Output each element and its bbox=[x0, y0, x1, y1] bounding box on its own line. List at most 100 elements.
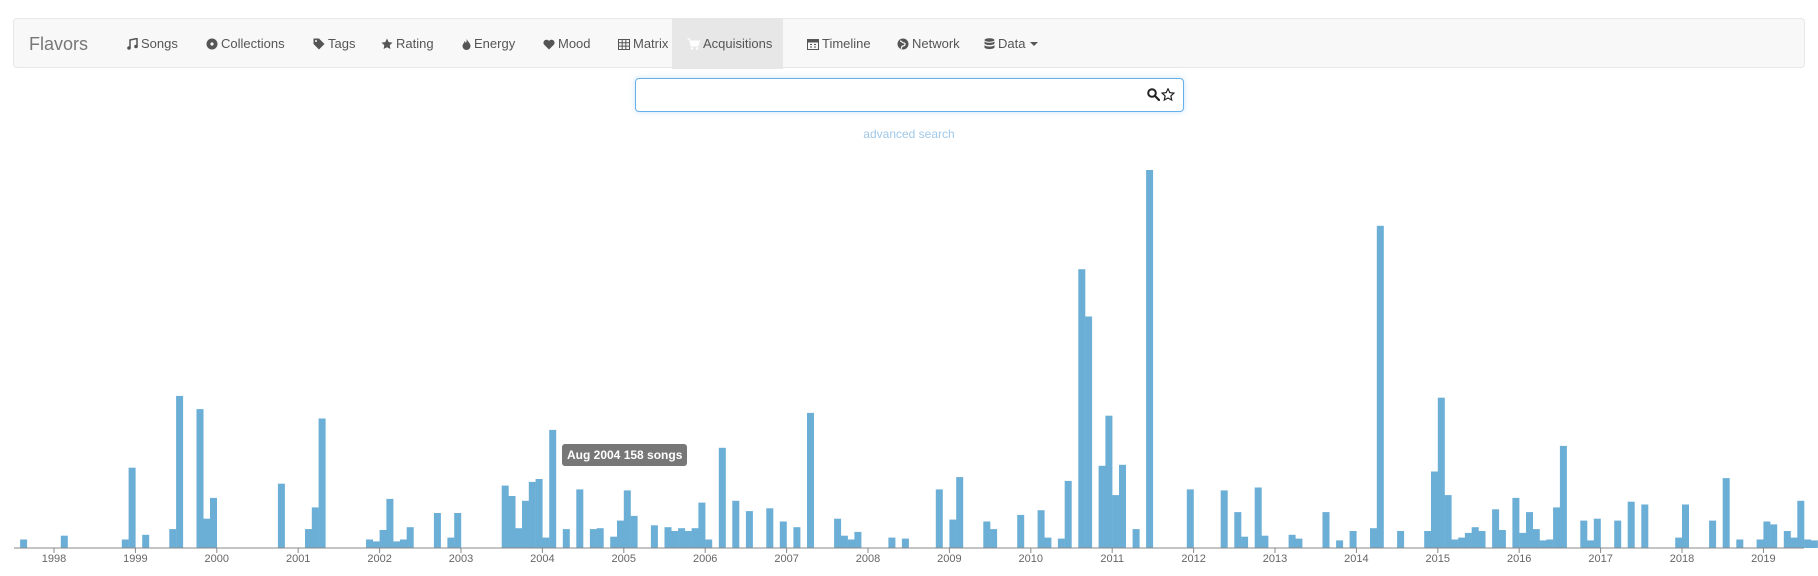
nav-collections[interactable]: Collections bbox=[196, 19, 295, 69]
bar-2010-11[interactable] bbox=[1098, 465, 1106, 548]
nav-timeline[interactable]: Timeline bbox=[797, 19, 881, 69]
search-icon[interactable] bbox=[1147, 88, 1160, 101]
advanced-search-link[interactable]: advanced search bbox=[0, 127, 1818, 141]
bar-2001-02[interactable] bbox=[305, 529, 312, 548]
bar-2010-09[interactable] bbox=[1085, 316, 1093, 549]
bar-2004-01[interactable] bbox=[542, 537, 550, 548]
bar-2019-02[interactable] bbox=[1770, 524, 1778, 548]
bar-1998-02[interactable] bbox=[60, 535, 68, 548]
bar-2007-04[interactable] bbox=[807, 412, 814, 548]
bar-2016-05[interactable] bbox=[1546, 539, 1554, 549]
bar-2014-03[interactable] bbox=[1370, 528, 1377, 548]
bar-2016-06[interactable] bbox=[1553, 507, 1561, 548]
bar-2011-01[interactable] bbox=[1112, 495, 1120, 548]
bar-2015-01[interactable] bbox=[1437, 397, 1445, 548]
bar-2018-01[interactable] bbox=[1682, 504, 1689, 549]
bar-2016-11[interactable] bbox=[1587, 540, 1594, 548]
bar-2006-12[interactable] bbox=[779, 521, 787, 549]
bar-2005-01[interactable] bbox=[623, 490, 631, 548]
bar-1999-07[interactable] bbox=[176, 395, 184, 548]
bar-2001-03[interactable] bbox=[311, 507, 319, 548]
bar-2005-05[interactable] bbox=[650, 525, 658, 548]
bar-2004-02[interactable] bbox=[549, 429, 557, 548]
nav-tags[interactable]: Tags bbox=[303, 19, 365, 69]
bar-2001-04[interactable] bbox=[318, 418, 326, 549]
bar-2002-05[interactable] bbox=[406, 527, 414, 548]
bar-2018-05[interactable] bbox=[1709, 520, 1717, 548]
bar-2018-07[interactable] bbox=[1722, 478, 1730, 548]
bar-2010-02[interactable] bbox=[1037, 510, 1045, 548]
bar-2015-07[interactable] bbox=[1478, 531, 1486, 548]
bar-2005-02[interactable] bbox=[630, 515, 638, 548]
bar-2012-11[interactable] bbox=[1261, 535, 1269, 548]
bar-2003-12[interactable] bbox=[535, 479, 543, 548]
bar-2011-06[interactable] bbox=[1146, 170, 1154, 548]
nav-rating[interactable]: Rating bbox=[371, 19, 444, 69]
bar-2007-10[interactable] bbox=[847, 539, 855, 549]
bar-2014-07[interactable] bbox=[1397, 531, 1405, 548]
bar-2004-11[interactable] bbox=[610, 536, 618, 548]
bar-2006-07[interactable] bbox=[745, 511, 753, 548]
bar-2016-07[interactable] bbox=[1559, 445, 1567, 548]
bar-2012-10[interactable] bbox=[1254, 487, 1262, 549]
bar-2003-07[interactable] bbox=[501, 485, 509, 548]
bar-2003-10[interactable] bbox=[522, 500, 529, 549]
bar-2013-08[interactable] bbox=[1322, 512, 1330, 548]
bar-2011-04[interactable] bbox=[1132, 529, 1140, 548]
bar-2005-08[interactable] bbox=[671, 531, 679, 548]
bar-2010-06[interactable] bbox=[1064, 480, 1072, 548]
search-input[interactable] bbox=[644, 85, 1118, 107]
bar-2012-07[interactable] bbox=[1234, 512, 1242, 548]
bar-2010-12[interactable] bbox=[1105, 415, 1113, 548]
bar-1998-11[interactable] bbox=[121, 539, 129, 549]
bar-2004-08[interactable] bbox=[589, 529, 597, 548]
bar-2014-12[interactable] bbox=[1431, 471, 1438, 549]
bar-2001-12[interactable] bbox=[372, 541, 380, 548]
bar-2015-05[interactable] bbox=[1464, 532, 1472, 548]
bar-2007-09[interactable] bbox=[840, 535, 848, 548]
bar-1999-06[interactable] bbox=[169, 529, 177, 548]
bar-2005-07[interactable] bbox=[664, 527, 672, 548]
bar-2007-11[interactable] bbox=[854, 531, 862, 548]
bar-2002-12[interactable] bbox=[454, 513, 462, 548]
bar-2017-05[interactable] bbox=[1627, 501, 1635, 548]
bar-2007-08[interactable] bbox=[834, 518, 842, 548]
bar-2010-05[interactable] bbox=[1057, 538, 1065, 549]
bar-2018-09[interactable] bbox=[1736, 539, 1744, 549]
bar-2015-04[interactable] bbox=[1458, 537, 1466, 548]
bar-2004-06[interactable] bbox=[576, 489, 584, 548]
bar-2014-04[interactable] bbox=[1376, 225, 1384, 549]
bar-2008-04[interactable] bbox=[888, 537, 896, 548]
bar-2006-05[interactable] bbox=[732, 500, 740, 549]
bar-2019-08[interactable] bbox=[1810, 540, 1818, 548]
bar-2017-07[interactable] bbox=[1641, 504, 1649, 549]
bar-2011-12[interactable] bbox=[1186, 489, 1194, 548]
bar-2005-12[interactable] bbox=[698, 502, 706, 548]
nav-energy[interactable]: Energy bbox=[452, 19, 525, 69]
bar-2010-08[interactable] bbox=[1078, 269, 1086, 548]
bar-2012-08[interactable] bbox=[1241, 536, 1249, 548]
bar-2019-07[interactable] bbox=[1804, 539, 1812, 549]
bar-2009-01[interactable] bbox=[949, 519, 957, 548]
bar-2013-10[interactable] bbox=[1336, 540, 1344, 548]
bar-2004-12[interactable] bbox=[617, 520, 624, 548]
bar-2018-12[interactable] bbox=[1756, 539, 1764, 549]
bar-2019-05[interactable] bbox=[1790, 537, 1798, 548]
bar-2002-03[interactable] bbox=[393, 541, 401, 548]
bar-2014-11[interactable] bbox=[1424, 531, 1432, 548]
bar-2013-12[interactable] bbox=[1349, 531, 1357, 548]
bar-1997-08[interactable] bbox=[20, 539, 28, 549]
bar-2001-11[interactable] bbox=[366, 539, 373, 549]
bar-2004-09[interactable] bbox=[596, 528, 604, 548]
bar-2006-01[interactable] bbox=[705, 539, 713, 549]
bar-2002-04[interactable] bbox=[400, 539, 407, 549]
bar-2015-12[interactable] bbox=[1512, 497, 1520, 548]
bar-2002-02[interactable] bbox=[386, 498, 394, 548]
bar-2003-11[interactable] bbox=[528, 481, 536, 548]
bar-2016-03[interactable] bbox=[1532, 529, 1540, 548]
bar-2017-12[interactable] bbox=[1675, 537, 1683, 548]
bar-2016-10[interactable] bbox=[1580, 520, 1588, 548]
bar-2006-03[interactable] bbox=[718, 447, 726, 548]
bar-2015-09[interactable] bbox=[1492, 509, 1500, 548]
bar-2007-02[interactable] bbox=[793, 527, 801, 548]
